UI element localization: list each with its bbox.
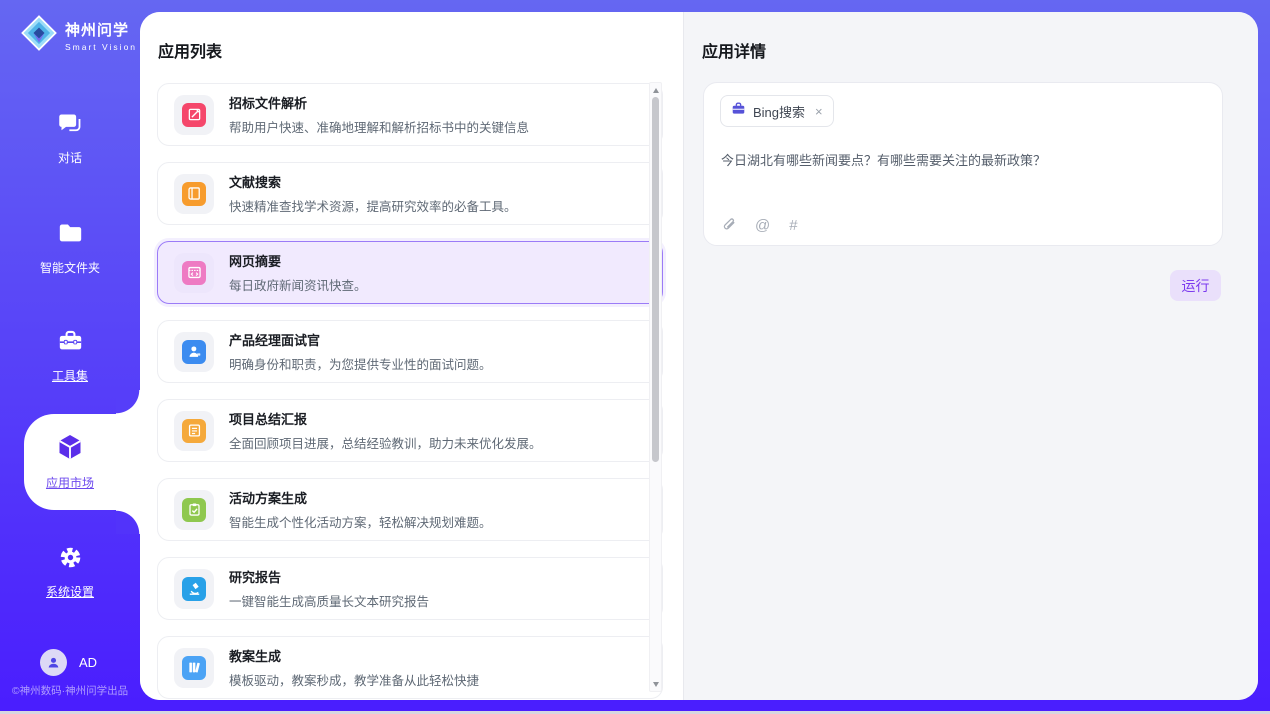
- app-desc: 模板驱动，教案秒成，教学准备从此轻松快捷: [229, 670, 479, 689]
- app-icon-tile: [174, 174, 214, 214]
- sidebar-item-label: 智能文件夹: [40, 259, 100, 276]
- app-icon-tile: [174, 332, 214, 372]
- sidebar-item-label: 工具集: [52, 367, 88, 384]
- bubble-fillet-top: [116, 390, 140, 414]
- app-desc: 全面回顾项目进展，总结经验教训，助力未来优化发展。: [229, 433, 542, 452]
- app-name: 活动方案生成: [229, 488, 492, 507]
- prompt-toolbar: @ #: [721, 216, 798, 235]
- app-card-literature-search[interactable]: 文献搜索 快速精准查找学术资源，提高研究效率的必备工具。: [157, 162, 663, 225]
- brand-subtitle: Smart Vision: [65, 42, 137, 52]
- app-desc: 快速精准查找学术资源，提高研究效率的必备工具。: [229, 196, 517, 215]
- sidebar-item-label: 系统设置: [46, 583, 94, 600]
- user-name: AD: [79, 655, 97, 670]
- main-panel: 应用列表 招标文件解析 帮助用户快速、准确地理解和解析招标书中的关键信息: [140, 12, 1258, 700]
- doc-edit-icon: [182, 103, 206, 127]
- app-desc: 帮助用户快速、准确地理解和解析招标书中的关键信息: [229, 117, 529, 136]
- browser-code-icon: [182, 261, 206, 285]
- app-card-research-report[interactable]: 研究报告 一键智能生成高质量长文本研究报告: [157, 557, 663, 620]
- user-account[interactable]: AD: [40, 649, 97, 676]
- app-card-lesson-plan-generator[interactable]: 教案生成 模板驱动，教案秒成，教学准备从此轻松快捷: [157, 636, 663, 699]
- microscope-icon: [182, 577, 206, 601]
- scroll-down-arrow-icon[interactable]: [651, 679, 660, 689]
- folder-icon: [57, 220, 84, 252]
- book-icon: [182, 182, 206, 206]
- list-scrollbar[interactable]: [649, 82, 662, 692]
- sidebar-item-app-market[interactable]: 应用市场: [0, 432, 140, 491]
- sidebar-item-label: 应用市场: [46, 474, 94, 491]
- app-name: 研究报告: [229, 567, 429, 586]
- tool-tag-bing-search[interactable]: Bing搜索 ×: [720, 95, 834, 127]
- tag-close-icon[interactable]: ×: [815, 104, 823, 119]
- gear-icon: [57, 544, 84, 576]
- app-detail-pane: 应用详情 Bing搜索 × 今日湖北有哪些新闻要点？有哪些需要关注的最新政策？: [684, 12, 1258, 700]
- app-card-bid-document-analysis[interactable]: 招标文件解析 帮助用户快速、准确地理解和解析招标书中的关键信息: [157, 83, 663, 146]
- app-list-title: 应用列表: [158, 38, 222, 62]
- app-name: 文献搜索: [229, 172, 517, 191]
- app-card-pm-interviewer[interactable]: 产品经理面试官 明确身份和职责，为您提供专业性的面试问题。: [157, 320, 663, 383]
- app-card-event-plan-generator[interactable]: 活动方案生成 智能生成个性化活动方案，轻松解决规划难题。: [157, 478, 663, 541]
- scroll-up-arrow-icon[interactable]: [651, 85, 660, 95]
- person-icon: [45, 654, 62, 671]
- app-detail-title: 应用详情: [702, 38, 766, 62]
- run-button[interactable]: 运行: [1170, 270, 1221, 301]
- app-name: 招标文件解析: [229, 93, 529, 112]
- app-icon-tile: [174, 411, 214, 451]
- brand-diamond-icon: [20, 14, 58, 57]
- briefcase-icon: [731, 101, 746, 121]
- note-icon: [182, 419, 206, 443]
- scrollbar-thumb[interactable]: [652, 97, 659, 462]
- app-desc: 明确身份和职责，为您提供专业性的面试问题。: [229, 354, 492, 373]
- app-icon-tile: [174, 253, 214, 293]
- prompt-card: Bing搜索 × 今日湖北有哪些新闻要点？有哪些需要关注的最新政策？ @ #: [703, 82, 1223, 246]
- at-icon[interactable]: @: [755, 218, 770, 233]
- brand-name: 神州问学: [65, 19, 137, 40]
- sidebar-item-toolset[interactable]: 工具集: [0, 328, 140, 384]
- app-name: 教案生成: [229, 646, 479, 665]
- app-desc: 一键智能生成高质量长文本研究报告: [229, 591, 429, 610]
- app-list-pane: 应用列表 招标文件解析 帮助用户快速、准确地理解和解析招标书中的关键信息: [140, 12, 684, 700]
- bubble-fillet-bottom: [116, 510, 140, 534]
- app-desc: 智能生成个性化活动方案，轻松解决规划难题。: [229, 512, 492, 531]
- sidebar-item-smart-folder[interactable]: 智能文件夹: [0, 220, 140, 276]
- chat-icon: [57, 110, 84, 142]
- sidebar-item-label: 对话: [58, 149, 82, 166]
- app-icon-tile: [174, 95, 214, 135]
- app-desc: 每日政府新闻资讯快查。: [229, 275, 367, 294]
- sidebar-item-chat[interactable]: 对话: [0, 110, 140, 166]
- clipboard-check-icon: [182, 498, 206, 522]
- sidebar: 神州问学 Smart Vision 对话 智能文件夹: [0, 0, 140, 714]
- cube-icon: [55, 432, 85, 467]
- tool-tag-label: Bing搜索: [753, 102, 805, 121]
- prompt-question-text[interactable]: 今日湖北有哪些新闻要点？有哪些需要关注的最新政策？: [721, 151, 1201, 171]
- interviewer-icon: [182, 340, 206, 364]
- sidebar-item-settings[interactable]: 系统设置: [0, 544, 140, 600]
- brand-logo: 神州问学 Smart Vision: [20, 14, 137, 57]
- app-name: 项目总结汇报: [229, 409, 542, 428]
- app-card-web-summary[interactable]: 网页摘要 每日政府新闻资讯快查。: [157, 241, 663, 304]
- sidebar-footer: ©神州数码·神州问学出品: [0, 683, 140, 698]
- app-name: 网页摘要: [229, 251, 367, 270]
- app-icon-tile: [174, 648, 214, 688]
- app-name: 产品经理面试官: [229, 330, 492, 349]
- books-icon: [182, 656, 206, 680]
- app-icon-tile: [174, 490, 214, 530]
- paperclip-icon[interactable]: [721, 216, 736, 235]
- hash-icon[interactable]: #: [789, 218, 797, 233]
- avatar: [40, 649, 67, 676]
- app-icon-tile: [174, 569, 214, 609]
- app-card-project-summary[interactable]: 项目总结汇报 全面回顾项目进展，总结经验教训，助力未来优化发展。: [157, 399, 663, 462]
- toolbox-icon: [57, 328, 84, 360]
